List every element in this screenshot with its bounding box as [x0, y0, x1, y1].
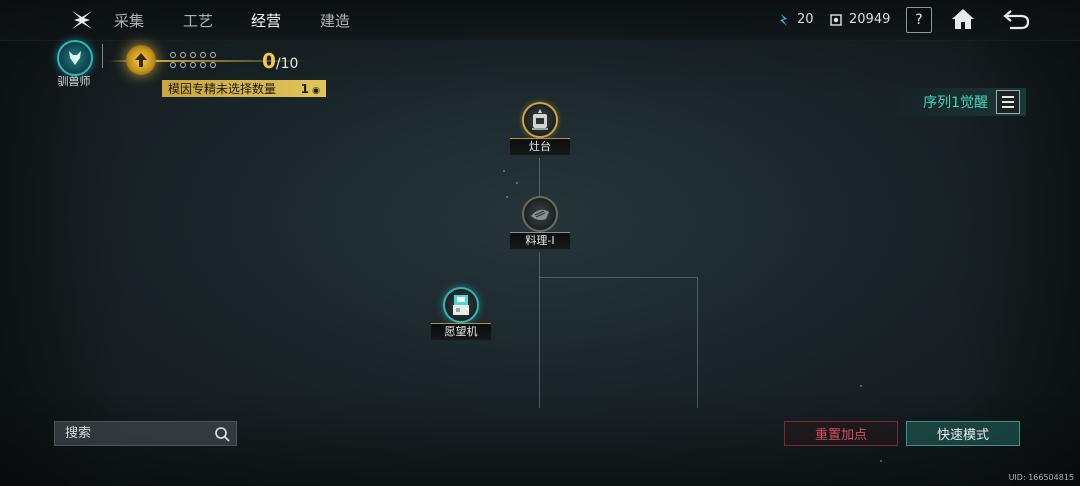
back-arrow-icon	[1003, 10, 1030, 30]
wolf-icon	[69, 51, 81, 65]
unselected-notice: 模因专精未选择数量 1 ◉	[162, 80, 326, 97]
tree-connector	[539, 158, 540, 198]
mastery-dot	[190, 52, 196, 58]
node-icon-frame	[443, 287, 479, 323]
dust-speck	[506, 196, 508, 198]
energy-value: 20	[797, 12, 814, 27]
cooking-icon	[531, 209, 549, 220]
energy-icon	[780, 13, 787, 26]
tree-node-stove[interactable]: 灶台	[510, 102, 570, 158]
stove-icon	[532, 109, 548, 130]
sequence-label: 序列1觉醒	[923, 95, 988, 111]
uid-label: UID: 166504815	[1008, 473, 1074, 482]
back-button[interactable]	[1002, 7, 1030, 31]
mastery-dot	[180, 62, 186, 68]
tab-craft[interactable]: 工艺	[183, 10, 213, 31]
node-icon-frame	[522, 196, 558, 232]
dust-speck	[860, 385, 862, 387]
sequence-awaken-button[interactable]: 序列1觉醒	[896, 88, 1026, 116]
dust-speck	[516, 182, 518, 184]
home-button[interactable]	[951, 7, 975, 31]
wish-machine-icon	[453, 295, 469, 315]
tree-connector	[697, 277, 698, 408]
tree-node-wish-machine[interactable]: 愿望机	[431, 287, 491, 343]
search-box	[54, 421, 237, 446]
mastery-dot	[210, 62, 216, 68]
currency-value: 20949	[849, 12, 891, 27]
tab-gather[interactable]: 采集	[114, 10, 144, 31]
menu-icon[interactable]	[996, 90, 1020, 114]
avatar[interactable]	[57, 40, 93, 76]
mastery-max: /10	[275, 56, 299, 72]
logo-icon	[72, 11, 92, 29]
node-icon-frame	[522, 102, 558, 138]
notice-count: 1 ◉	[300, 81, 320, 96]
mastery-dot	[200, 52, 206, 58]
mastery-dot	[180, 52, 186, 58]
divider	[102, 44, 103, 68]
dust-speck	[503, 170, 505, 172]
gear-currency-icon	[830, 13, 842, 26]
role-label: 驯兽师	[57, 75, 91, 88]
energy-resource: 20	[777, 12, 814, 27]
tree-connector	[539, 277, 697, 278]
upgrade-button[interactable]	[126, 45, 156, 75]
tree-connector	[539, 252, 540, 408]
mastery-dot	[170, 52, 176, 58]
mastery-dot	[170, 62, 176, 68]
mastery-dot	[190, 62, 196, 68]
top-bar: 采集 工艺 经营 建造 20 20949 ?	[0, 0, 1080, 41]
tree-node-cooking[interactable]: 料理-I	[510, 196, 570, 252]
node-label: 愿望机	[431, 323, 491, 340]
search-input[interactable]	[63, 425, 207, 442]
home-icon	[952, 9, 974, 29]
tab-manage[interactable]: 经营	[251, 10, 281, 31]
mastery-current: 0	[262, 49, 276, 73]
tab-build[interactable]: 建造	[320, 10, 350, 31]
reset-points-button[interactable]: 重置加点	[784, 421, 898, 446]
currency-resource: 20949	[829, 12, 890, 27]
node-label: 料理-I	[510, 232, 570, 249]
mastery-dot	[210, 52, 216, 58]
fast-mode-button[interactable]: 快速模式	[906, 421, 1020, 446]
search-icon[interactable]	[214, 426, 230, 442]
help-button[interactable]: ?	[906, 7, 932, 33]
dust-speck	[880, 460, 882, 462]
mastery-dot	[200, 62, 206, 68]
notice-text: 模因专精未选择数量	[168, 82, 277, 96]
mastery-count: 0/10	[262, 49, 298, 73]
node-label: 灶台	[510, 138, 570, 155]
up-arrow-icon	[135, 53, 147, 67]
